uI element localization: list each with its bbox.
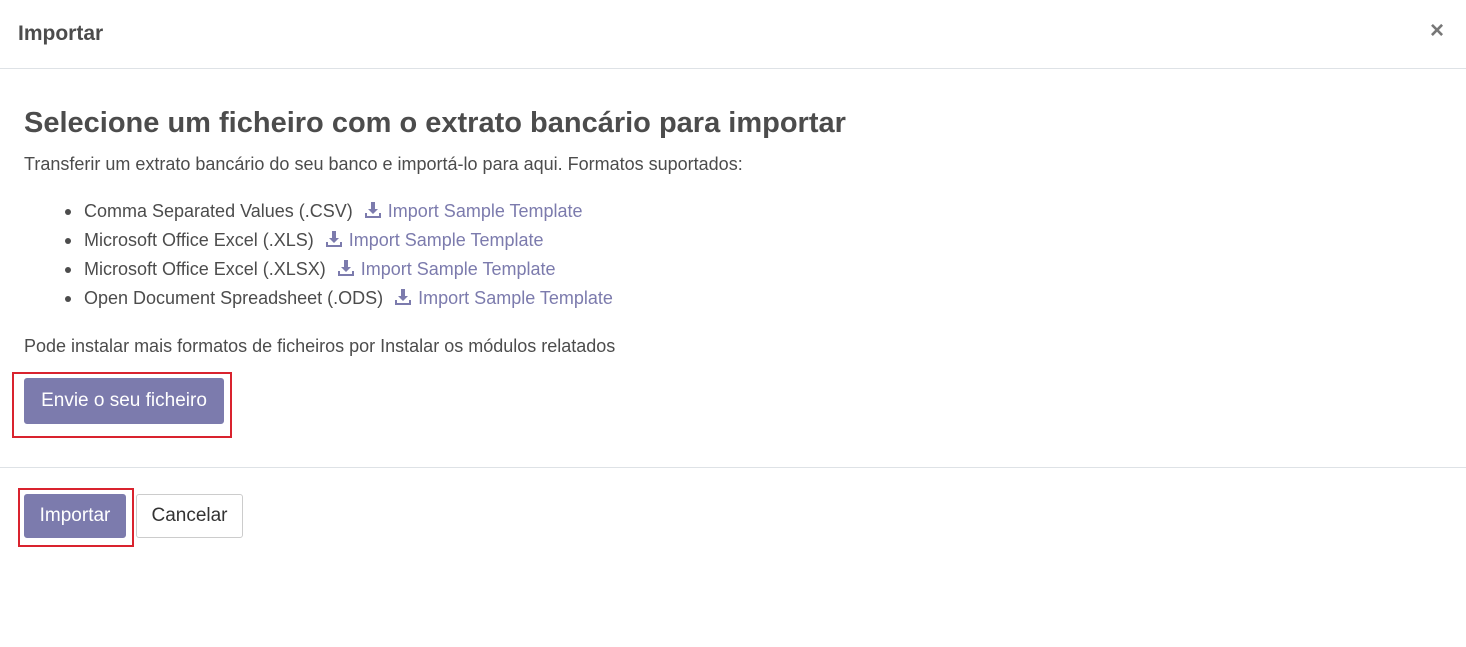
page-title: Selecione um ficheiro com o extrato banc… [24, 107, 846, 139]
dialog-body: Selecione um ficheiro com o extrato banc… [0, 69, 1466, 468]
template-link-label: Import Sample Template [387, 201, 583, 221]
dialog-header: Importar × [0, 0, 1466, 69]
bullet [65, 267, 71, 273]
more-formats-text: Pode instalar mais formatos de ficheiros… [24, 336, 616, 356]
format-item-xlsx: Microsoft Office Excel (.XLSX) Import Sa… [24, 255, 613, 284]
format-item-csv: Comma Separated Values (.CSV) Import Sam… [24, 197, 613, 226]
import-sample-template-link-csv[interactable]: Import Sample Template [364, 201, 583, 221]
bullet [65, 238, 71, 244]
template-link-label: Import Sample Template [348, 230, 544, 250]
close-button[interactable]: × [1424, 16, 1450, 46]
import-dialog: Importar × Selecione um ficheiro com o e… [0, 0, 1466, 647]
close-icon: × [1429, 17, 1444, 44]
format-name: Open Document Spreadsheet (.ODS) [84, 288, 384, 308]
format-item-xls: Microsoft Office Excel (.XLS) Import Sam… [24, 226, 613, 255]
import-button[interactable]: Importar [24, 494, 126, 538]
bullet [65, 296, 71, 302]
download-icon [325, 231, 342, 247]
dialog-footer: Importar Cancelar [0, 468, 1466, 646]
bullet [65, 209, 71, 215]
download-icon [364, 202, 381, 218]
format-name: Microsoft Office Excel (.XLSX) [84, 259, 326, 279]
format-name: Comma Separated Values (.CSV) [84, 201, 353, 221]
import-sample-template-link-xlsx[interactable]: Import Sample Template [337, 259, 556, 279]
import-sample-template-link-ods[interactable]: Import Sample Template [394, 288, 613, 308]
dialog-title: Importar [18, 22, 104, 45]
format-name: Microsoft Office Excel (.XLS) [84, 230, 314, 250]
upload-file-button[interactable]: Envie o seu ficheiro [24, 378, 224, 424]
template-link-label: Import Sample Template [418, 288, 613, 308]
download-icon [337, 260, 354, 276]
intro-text: Transferir um extrato bancário do seu ba… [24, 154, 743, 174]
import-sample-template-link-xls[interactable]: Import Sample Template [325, 230, 544, 250]
download-icon [395, 289, 412, 305]
template-link-label: Import Sample Template [360, 259, 556, 279]
cancel-button[interactable]: Cancelar [136, 494, 243, 538]
supported-formats-list: Comma Separated Values (.CSV) Import Sam… [24, 197, 613, 313]
format-item-ods: Open Document Spreadsheet (.ODS) Import … [24, 284, 613, 313]
